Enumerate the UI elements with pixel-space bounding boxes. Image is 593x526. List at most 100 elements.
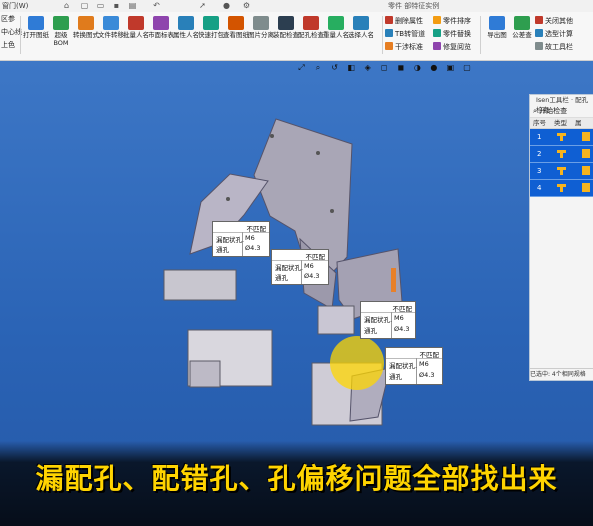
hole-label: 漏配状孔. xyxy=(275,264,304,272)
ribbon-button[interactable]: 市面标表 xyxy=(147,14,175,56)
ribbon-button[interactable]: 选择人名 xyxy=(347,14,375,56)
ribbon-left-item[interactable]: 上色 xyxy=(1,39,15,51)
hole-spec: M6 xyxy=(304,262,314,270)
sort-icon xyxy=(433,16,441,24)
table-row[interactable]: 4 xyxy=(530,180,593,197)
hole-type-icon xyxy=(557,150,566,158)
through-hole-label: 通孔 xyxy=(389,373,402,381)
ribbon-button[interactable]: 打开图纸 xyxy=(22,14,50,56)
delete-attribute-button[interactable]: 删除属性 xyxy=(385,15,423,27)
mount-hole xyxy=(316,151,320,155)
callout-divider xyxy=(386,358,442,359)
column-header: 序号 xyxy=(533,119,546,127)
highlight-spot xyxy=(330,336,384,390)
selection-calc-button[interactable]: 选型计算 xyxy=(535,28,573,40)
left-cylinder-top xyxy=(163,269,237,301)
print-icon[interactable]: ▤ xyxy=(128,1,137,10)
part-sort-button[interactable]: 零件排序 xyxy=(433,15,471,27)
repair-preview-button[interactable]: 修复阅览 xyxy=(433,41,471,53)
right-slide-block xyxy=(317,305,355,335)
traffic-light-icon[interactable]: ● xyxy=(222,1,231,10)
ribbon-button-icon xyxy=(203,16,219,30)
table-row[interactable]: 2 xyxy=(530,146,593,163)
pipe-icon xyxy=(385,29,393,37)
home-icon[interactable]: ⌂ xyxy=(62,1,71,10)
ribbon-button-icon xyxy=(53,16,69,30)
ribbon-button-label: 市面标表 xyxy=(148,31,174,39)
hole-check-callout: 不匹配 漏配状孔. M6 通孔 Ø4.3 xyxy=(360,301,416,339)
ribbon-button[interactable]: 查看图纸 xyxy=(222,14,250,56)
hole-type-icon xyxy=(557,167,566,175)
subtitle-text: 漏配孔、配错孔、孔偏移问题全部找出来 xyxy=(35,462,558,495)
close-icon xyxy=(535,16,543,24)
hole-label: 漏配状孔. xyxy=(389,362,418,370)
ribbon-button-icon xyxy=(178,16,194,30)
ribbon-button-icon xyxy=(278,16,294,30)
mount-hole xyxy=(330,209,334,213)
ribbon-button[interactable]: 转换图式 xyxy=(72,14,100,56)
gear-icon[interactable]: ⚙ xyxy=(242,1,251,10)
through-hole-spec: Ø4.3 xyxy=(419,371,435,379)
tb-pipe-button[interactable]: TB转管道 xyxy=(385,28,425,40)
ribbon-button[interactable]: 属性人名 xyxy=(172,14,200,56)
through-hole-label: 通孔 xyxy=(364,327,377,335)
orange-rod xyxy=(391,268,396,292)
ribbon-button-icon xyxy=(153,16,169,30)
start-check-button[interactable]: ⌕ 开始检查 xyxy=(530,105,593,118)
mount-hole xyxy=(226,197,230,201)
ribbon-button[interactable]: 文件转移 xyxy=(97,14,125,56)
ribbon-left-item[interactable]: 中心线 xyxy=(1,26,22,38)
ribbon-button-label: 重量人名 xyxy=(323,31,349,39)
ribbon-button[interactable]: 配孔检查 xyxy=(297,14,325,56)
ribbon-button-label: 打开图纸 xyxy=(23,31,49,39)
toolbar-toggle-button[interactable]: 故工具栏 xyxy=(535,41,573,53)
mount-hole xyxy=(270,134,274,138)
ribbon-button-icon xyxy=(28,16,44,30)
undo-icon[interactable]: ↶ xyxy=(152,1,161,10)
hole-check-callout: 不匹配 漏配状孔. M6 通孔 Ø4.3 xyxy=(212,221,270,257)
export-button[interactable]: 导出图 xyxy=(483,14,511,56)
through-hole-spec: Ø4.3 xyxy=(245,244,261,252)
hole-check-callout: 不匹配 漏配状孔. M6 通孔 Ø4.3 xyxy=(271,249,329,285)
tolerance-button[interactable]: 公差查 xyxy=(508,14,536,56)
table-row[interactable]: 3 xyxy=(530,163,593,180)
interference-button[interactable]: 干涉标准 xyxy=(385,41,423,53)
toolbar-icon xyxy=(535,42,543,50)
hole-check-callout: 不匹配 漏配状孔. M6 通孔 Ø4.3 xyxy=(385,347,443,385)
subtitle-banner: 漏配孔、配错孔、孔偏移问题全部找出来 xyxy=(0,441,593,526)
left-cylinder-end xyxy=(189,360,221,388)
hole-type-icon xyxy=(557,184,566,192)
ribbon-separator xyxy=(382,16,383,54)
callout-divider xyxy=(213,232,269,233)
ribbon-button-icon xyxy=(78,16,94,30)
ribbon-button-label: 批量人名 xyxy=(123,31,149,39)
close-others-button[interactable]: 关闭其他 xyxy=(535,15,573,27)
attribute-icon xyxy=(582,183,590,192)
ribbon-toolbar: 区参 中心线 上色 打开图纸 超级BOM 转换图式 文件转移 批量人名 市面标表 属性人名快… xyxy=(0,12,593,61)
table-row[interactable]: 1 xyxy=(530,129,593,146)
panel-status: 已选中: 4个相同规格 xyxy=(530,368,593,380)
ribbon-button[interactable]: 装配检查 xyxy=(272,14,300,56)
hole-label: 漏配状孔. xyxy=(364,316,393,324)
column-header: 属 xyxy=(575,119,582,127)
ribbon-button[interactable]: 重量人名 xyxy=(322,14,350,56)
open-file-icon[interactable]: ▭ xyxy=(96,1,105,10)
ribbon-button-icon xyxy=(128,16,144,30)
attribute-icon xyxy=(582,166,590,175)
ribbon-button[interactable]: 图片分离 xyxy=(247,14,275,56)
part-replace-button[interactable]: 零件替换 xyxy=(433,28,471,40)
ribbon-button[interactable]: 批量人名 xyxy=(122,14,150,56)
delete-icon xyxy=(385,16,393,24)
select-arrow-icon[interactable]: ➚ xyxy=(198,1,207,10)
new-file-icon[interactable]: ▢ xyxy=(80,1,89,10)
through-hole-label: 通孔 xyxy=(275,274,288,282)
document-title: 零件 部特征实例 xyxy=(388,2,440,10)
hole-spec: M6 xyxy=(245,234,255,242)
save-icon[interactable]: ▪ xyxy=(112,1,121,10)
ribbon-button[interactable]: 快速打包 xyxy=(197,14,225,56)
window-menu[interactable]: 窗门(W) xyxy=(2,1,28,11)
ribbon-button[interactable]: 超级BOM xyxy=(47,14,75,56)
ribbon-button-icon xyxy=(303,16,319,30)
ribbon-left-item[interactable]: 区参 xyxy=(1,13,15,25)
ribbon-button-label: 快速打包 xyxy=(198,31,224,39)
